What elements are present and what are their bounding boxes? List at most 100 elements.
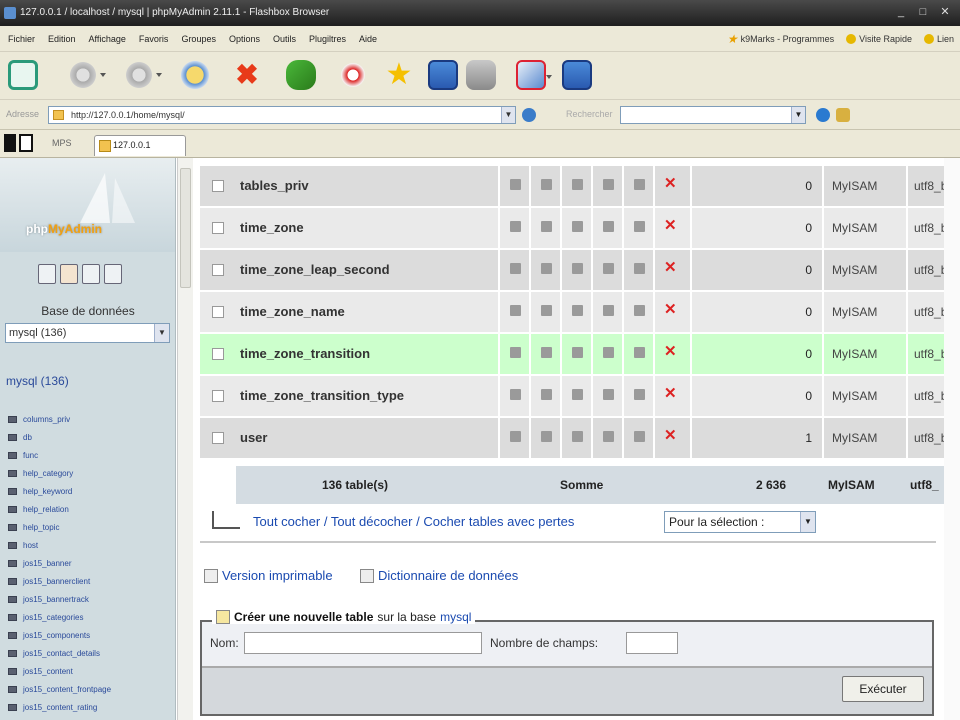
sidebar-scrollbar[interactable]	[177, 158, 193, 720]
list-item[interactable]: help_relation	[8, 500, 111, 518]
drop-icon[interactable]: ✕	[653, 292, 684, 332]
row-checkbox[interactable]	[212, 348, 224, 360]
insert-icon[interactable]	[591, 292, 622, 332]
insert-icon[interactable]	[591, 250, 622, 290]
favorites-icon[interactable]: ★	[384, 60, 414, 90]
list-item[interactable]: func	[8, 446, 111, 464]
data-dictionary-link[interactable]: Dictionnaire de données	[360, 568, 518, 583]
menu-plugins[interactable]: Plugiltres	[309, 34, 346, 44]
list-item[interactable]: jos15_content_rating	[8, 698, 111, 716]
empty-icon[interactable]	[622, 418, 653, 458]
structure-icon[interactable]	[529, 418, 560, 458]
search-icon[interactable]	[560, 376, 591, 416]
scroll-thumb[interactable]	[180, 168, 191, 288]
empty-icon[interactable]	[622, 376, 653, 416]
row-checkbox[interactable]	[212, 306, 224, 318]
browse-icon[interactable]	[498, 376, 529, 416]
structure-icon[interactable]	[529, 292, 560, 332]
check-all-link[interactable]: Tout cocher	[253, 514, 320, 529]
db-select[interactable]: mysql (136) ▼	[5, 323, 170, 343]
menu-tools[interactable]: Outils	[273, 34, 296, 44]
row-checkbox[interactable]	[212, 222, 224, 234]
list-item[interactable]: host	[8, 536, 111, 554]
insert-icon[interactable]	[591, 334, 622, 374]
search-input[interactable]: ▼	[620, 106, 806, 124]
table-name[interactable]: tables_priv	[240, 166, 490, 206]
mail-icon[interactable]	[516, 60, 552, 90]
chevron-down-icon[interactable]: ▼	[501, 107, 515, 123]
empty-icon[interactable]	[622, 208, 653, 248]
print-view-link[interactable]: Version imprimable	[204, 568, 333, 583]
table-name[interactable]: time_zone	[240, 208, 490, 248]
chevron-down-icon[interactable]: ▼	[154, 324, 169, 342]
empty-icon[interactable]	[622, 334, 653, 374]
browse-icon[interactable]	[498, 208, 529, 248]
tools-icon[interactable]	[466, 60, 496, 90]
back-icon[interactable]	[68, 60, 106, 90]
list-item[interactable]: db	[8, 428, 111, 446]
structure-icon[interactable]	[529, 208, 560, 248]
db-title-link[interactable]: mysql (136)	[6, 374, 69, 388]
list-item[interactable]: jos15_bannertrack	[8, 590, 111, 608]
chevron-down-icon[interactable]: ▼	[791, 107, 805, 123]
docs-icon[interactable]	[104, 264, 122, 284]
drop-icon[interactable]: ✕	[653, 334, 684, 374]
menu-options[interactable]: Options	[229, 34, 260, 44]
drop-icon[interactable]: ✕	[653, 166, 684, 206]
stop-icon[interactable]: ✖	[232, 60, 262, 90]
check-overhead-link[interactable]: Cocher tables avec pertes	[423, 514, 574, 529]
tab-active[interactable]: 127.0.0.1	[94, 135, 186, 156]
bookmark-item[interactable]: Visite Rapide	[846, 32, 912, 46]
browse-icon[interactable]	[498, 166, 529, 206]
list-item[interactable]: jos15_bannerclient	[8, 572, 111, 590]
maximize-button[interactable]: □	[916, 6, 930, 19]
empty-icon[interactable]	[622, 166, 653, 206]
minimize-button[interactable]: _	[894, 6, 908, 19]
table-name[interactable]: time_zone_transition	[240, 334, 490, 374]
browse-icon[interactable]	[498, 334, 529, 374]
chevron-down-icon[interactable]: ▼	[800, 512, 815, 532]
refresh-icon[interactable]	[180, 60, 210, 90]
table-name[interactable]: time_zone_name	[240, 292, 490, 332]
tab-previous[interactable]: MPS	[52, 138, 72, 148]
insert-icon[interactable]	[591, 166, 622, 206]
globe-icon[interactable]	[816, 108, 830, 122]
forward-icon[interactable]	[124, 60, 162, 90]
menu-edit[interactable]: Edition	[48, 34, 76, 44]
close-button[interactable]: ✕	[938, 6, 952, 19]
navigate-icon[interactable]	[522, 108, 536, 122]
tab-controls[interactable]	[4, 134, 48, 154]
search-icon[interactable]	[560, 250, 591, 290]
list-item[interactable]: help_topic	[8, 518, 111, 536]
table-name[interactable]: time_zone_leap_second	[240, 250, 490, 290]
structure-icon[interactable]	[529, 376, 560, 416]
empty-icon[interactable]	[622, 250, 653, 290]
list-item[interactable]: jos15_content	[8, 662, 111, 680]
structure-icon[interactable]	[529, 166, 560, 206]
list-item[interactable]: jos15_categories	[8, 608, 111, 626]
list-item[interactable]: jos15_content_frontpage	[8, 680, 111, 698]
browse-icon[interactable]	[498, 418, 529, 458]
empty-icon[interactable]	[622, 292, 653, 332]
list-item[interactable]: jos15_contact_details	[8, 644, 111, 662]
table-name[interactable]: user	[240, 418, 490, 458]
home-icon[interactable]	[8, 60, 38, 90]
address-input[interactable]: http://127.0.0.1/home/mysql/ ▼	[48, 106, 516, 124]
search-icon[interactable]	[560, 292, 591, 332]
structure-icon[interactable]	[529, 250, 560, 290]
menu-view[interactable]: Affichage	[89, 34, 126, 44]
list-item[interactable]: jos15_banner	[8, 554, 111, 572]
security-icon[interactable]	[338, 60, 368, 90]
table-name[interactable]: time_zone_transition_type	[240, 376, 490, 416]
search-icon[interactable]	[560, 418, 591, 458]
uncheck-all-link[interactable]: Tout décocher	[331, 514, 413, 529]
structure-icon[interactable]	[529, 334, 560, 374]
row-checkbox[interactable]	[212, 264, 224, 276]
row-checkbox[interactable]	[212, 180, 224, 192]
row-checkbox[interactable]	[212, 390, 224, 402]
list-item[interactable]: columns_priv	[8, 410, 111, 428]
go-icon[interactable]	[286, 60, 316, 90]
create-db-link[interactable]: mysql	[440, 610, 471, 624]
list-item[interactable]: help_keyword	[8, 482, 111, 500]
list-item[interactable]: jos15_components	[8, 626, 111, 644]
